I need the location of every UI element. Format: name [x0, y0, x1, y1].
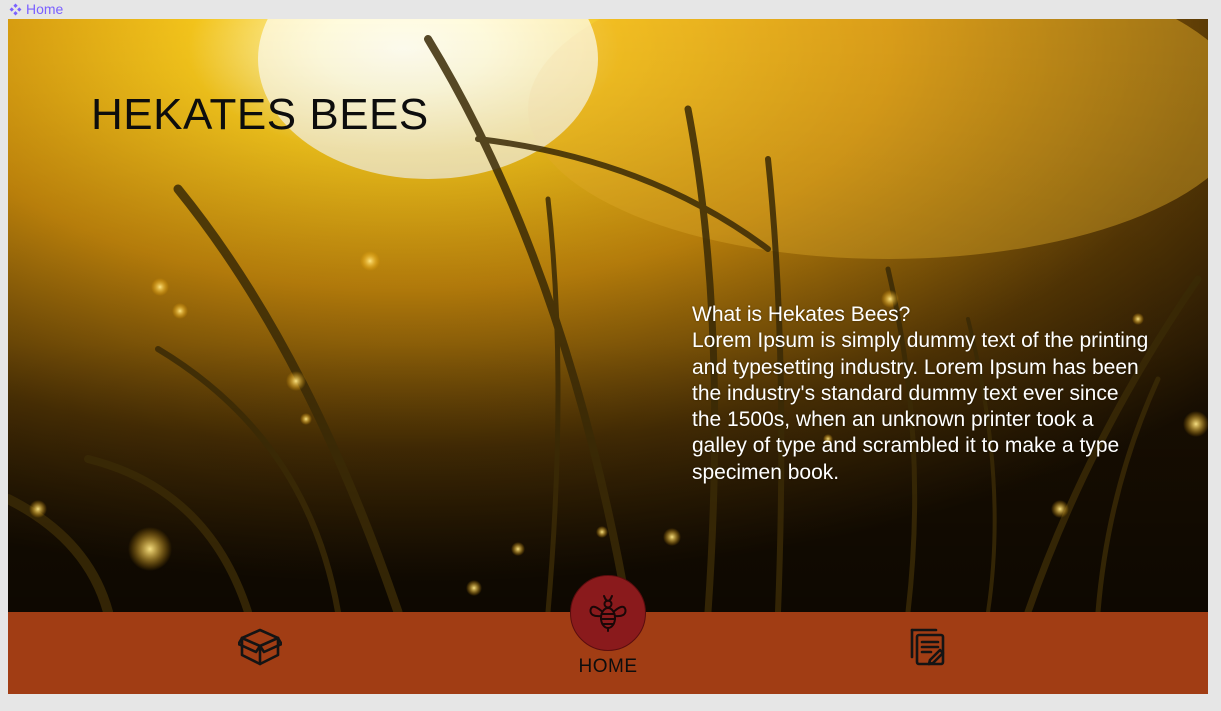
notes-icon: [910, 628, 945, 666]
package-icon: [238, 628, 282, 666]
home-label: HOME: [578, 656, 638, 677]
breadcrumb[interactable]: Home: [9, 1, 63, 17]
component-icon: [9, 3, 22, 15]
about-heading: What is Hekates Bees?: [692, 303, 911, 326]
about-body: Lorem Ipsum is simply dummy text of the …: [692, 329, 1149, 484]
bee-icon: [589, 595, 627, 632]
app-frame: HEKATES BEES What is Hekates Bees? Lorem…: [8, 19, 1208, 694]
nav-notes-button[interactable]: [905, 624, 951, 670]
top-bar: Home: [0, 0, 1221, 19]
hero-section: HEKATES BEES What is Hekates Bees? Lorem…: [8, 19, 1208, 612]
bottom-navbar: HOME: [8, 575, 1208, 694]
breadcrumb-label: Home: [26, 1, 64, 17]
nav-products-button[interactable]: [237, 624, 283, 670]
page-title: HEKATES BEES: [91, 90, 429, 139]
about-section: What is Hekates Bees? Lorem Ipsum is sim…: [692, 302, 1152, 486]
home-button[interactable]: [570, 575, 646, 651]
